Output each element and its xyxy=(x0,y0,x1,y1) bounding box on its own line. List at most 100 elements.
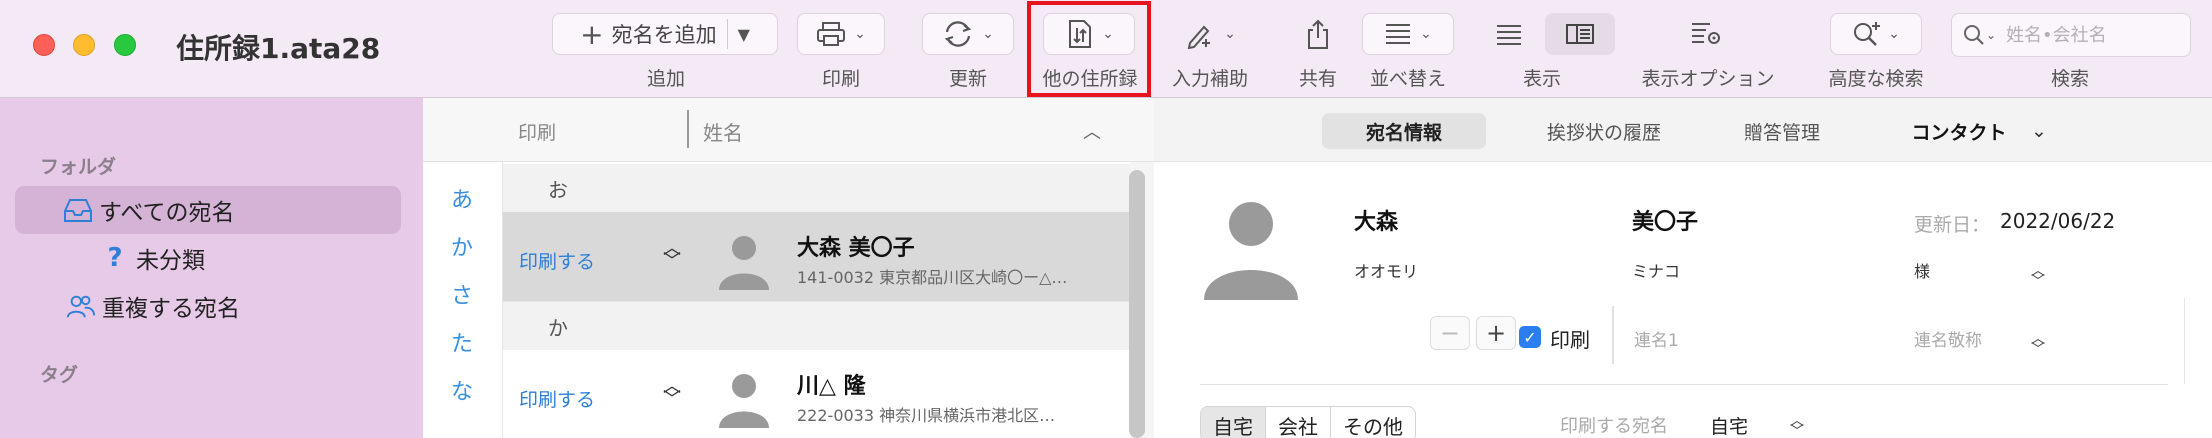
question-icon: ? xyxy=(107,243,123,273)
view-detail-button[interactable] xyxy=(1545,13,1615,55)
view-options-label: 表示オプション xyxy=(1641,68,1775,90)
advanced-search-button[interactable]: ⌄ xyxy=(1830,13,1922,55)
plus-icon: + xyxy=(580,17,604,51)
joint-name-field[interactable]: 連名1 xyxy=(1634,326,1679,351)
add-address-button[interactable]: + 宛名を追加 ▼ xyxy=(552,13,778,55)
update-button[interactable]: ⌄ xyxy=(922,13,1014,55)
print-address-label: 印刷する宛名 xyxy=(1560,416,1668,437)
divider xyxy=(2184,298,2185,384)
sidebar-item-all-addresses[interactable]: すべての宛名 xyxy=(15,186,401,234)
toolbar: 住所録1.ata28 + 宛名を追加 ▼ 追加 ⌄ 印刷 ⌄ 更新 ⌄ 他の住所… xyxy=(0,0,2212,98)
share-button[interactable] xyxy=(1298,13,1338,55)
honorific-select[interactable]: 様 xyxy=(1914,258,1930,282)
sort-label: 並べ替え xyxy=(1369,68,1446,90)
print-toggle[interactable]: 印刷する xyxy=(519,385,595,412)
highlight-frame xyxy=(1027,1,1151,97)
search-input[interactable] xyxy=(2004,23,2179,47)
index-letter[interactable]: か xyxy=(451,230,473,262)
input-assist-button[interactable]: ⌄ xyxy=(1164,13,1256,55)
print-toggle[interactable]: 印刷する xyxy=(519,247,595,274)
contact-address: 141-0032 東京都品川区大崎〇ー△… xyxy=(797,268,1068,287)
table-row[interactable]: 印刷する ︿ ﹀ 大森 美〇子 141-0032 東京都品川区大崎〇ー△… xyxy=(503,212,1133,302)
view-label: 表示 xyxy=(1522,68,1561,90)
chevron-down-icon: ⌄ xyxy=(1224,26,1236,42)
contact-address: 222-0033 神奈川県横浜市港北区… xyxy=(797,406,1056,425)
zoom-window-button[interactable] xyxy=(114,34,136,56)
add-joint-name-button[interactable]: + xyxy=(1476,316,1516,350)
first-name-field[interactable]: 美〇子 xyxy=(1632,204,1698,236)
sidebar-item-uncategorized[interactable]: ? 未分類 xyxy=(100,236,205,280)
contact-name: 川△ 隆 xyxy=(797,374,866,399)
segment-company[interactable]: 会社 xyxy=(1266,407,1331,438)
chevron-up-icon[interactable]: ︿ xyxy=(1083,118,1101,144)
people-icon xyxy=(66,291,96,321)
chevron-down-icon: ⌄ xyxy=(1420,26,1432,42)
divider xyxy=(1612,306,1614,364)
list-header: 印刷 姓名 ︿ xyxy=(423,98,1154,162)
chevron-down-icon[interactable]: ⌄ xyxy=(1986,28,1996,42)
table-row[interactable]: 印刷する ︿ ﹀ 川△ 隆 222-0033 神奈川県横浜市港北区… xyxy=(503,350,1133,438)
column-header-print[interactable]: 印刷 xyxy=(518,118,556,145)
person-silhouette-icon xyxy=(719,236,769,290)
person-silhouette-icon xyxy=(719,374,769,428)
first-name-kana-field[interactable]: ミナコ xyxy=(1632,258,1680,282)
search-label: 検索 xyxy=(2050,68,2089,90)
print-checkbox-label: 印刷 xyxy=(1550,328,1590,352)
print-checkbox[interactable]: ✓ xyxy=(1519,326,1541,348)
column-header-name[interactable]: 姓名 xyxy=(703,117,743,146)
split-view-icon xyxy=(1566,24,1594,44)
index-letter[interactable]: た xyxy=(451,326,473,358)
index-letter[interactable]: さ xyxy=(451,278,473,310)
view-list-button[interactable] xyxy=(1483,13,1535,55)
last-name-field[interactable]: 大森 xyxy=(1354,204,1398,236)
tab-contact[interactable]: コンタクト xyxy=(1884,113,2034,149)
split-divider xyxy=(726,19,728,49)
updown-stepper-icon[interactable]: ︿ ﹀ xyxy=(1790,414,1804,438)
scrollbar-thumb[interactable] xyxy=(1129,170,1145,438)
updated-date-value: 2022/06/22 xyxy=(2000,209,2116,233)
updated-date-label: 更新日： xyxy=(1914,214,1991,236)
index-letter[interactable]: あ xyxy=(451,182,473,214)
sidebar-item-label: すべての宛名 xyxy=(99,200,235,226)
chevron-down-icon: ⌄ xyxy=(854,26,866,42)
chevron-down-icon[interactable]: ⌄ xyxy=(2024,113,2054,149)
input-assist-label: 入力補助 xyxy=(1171,68,1248,90)
index-letter[interactable]: な xyxy=(451,374,473,406)
updown-stepper-icon[interactable]: ︿ ﹀ xyxy=(663,378,681,409)
share-label: 共有 xyxy=(1298,68,1337,90)
detail-tab-bar: 宛名情報 挨拶状の履歴 贈答管理 コンタクト ⌄ xyxy=(1154,98,2212,162)
close-window-button[interactable] xyxy=(33,34,55,56)
tags-header: タグ xyxy=(40,364,79,386)
joint-honorific-field[interactable]: 連名敬称 xyxy=(1914,326,1982,351)
view-options-button[interactable] xyxy=(1686,13,1726,55)
segment-home[interactable]: 自宅 xyxy=(1201,407,1266,438)
print-label: 印刷 xyxy=(821,68,860,90)
remove-joint-name-button[interactable]: − xyxy=(1430,316,1470,350)
column-resize-handle[interactable] xyxy=(687,110,689,148)
tab-gift-management[interactable]: 贈答管理 xyxy=(1724,113,1840,149)
chevron-down-icon[interactable]: ▼ xyxy=(738,25,750,44)
folders-header: フォルダ xyxy=(40,156,117,178)
print-button[interactable]: ⌄ xyxy=(797,13,885,55)
search-plus-icon xyxy=(1854,22,1881,46)
minimize-window-button[interactable] xyxy=(73,34,95,56)
tab-address-info[interactable]: 宛名情報 xyxy=(1322,113,1486,149)
sidebar: フォルダ すべての宛名 ? 未分類 重複する宛名 タグ xyxy=(0,98,423,438)
last-name-kana-field[interactable]: オオモリ xyxy=(1354,258,1418,282)
tab-greeting-history[interactable]: 挨拶状の履歴 xyxy=(1524,113,1684,149)
sidebar-item-duplicates[interactable]: 重複する宛名 xyxy=(66,284,240,328)
updown-stepper-icon[interactable]: ︿ ﹀ xyxy=(2031,264,2045,289)
list-view-icon xyxy=(1497,25,1521,45)
sort-button[interactable]: ⌄ xyxy=(1362,13,1454,55)
print-address-select[interactable]: 自宅 xyxy=(1710,412,1748,438)
list-gear-icon xyxy=(1692,23,1720,44)
detail-pane: 宛名情報 挨拶状の履歴 贈答管理 コンタクト ⌄ 大森 美〇子 オオモリ ミナコ… xyxy=(1154,98,2212,438)
updown-stepper-icon[interactable]: ︿ ﹀ xyxy=(663,240,681,271)
search-field[interactable]: ⌄ xyxy=(1951,13,2191,57)
updown-stepper-icon[interactable]: ︿ ﹀ xyxy=(2031,332,2045,357)
section-header: か xyxy=(503,302,1133,350)
app-window: 住所録1.ata28 + 宛名を追加 ▼ 追加 ⌄ 印刷 ⌄ 更新 ⌄ 他の住所… xyxy=(0,0,2212,438)
window-title: 住所録1.ata28 xyxy=(176,32,381,65)
segment-other[interactable]: その他 xyxy=(1331,407,1415,438)
sidebar-item-label: 重複する宛名 xyxy=(102,296,240,322)
